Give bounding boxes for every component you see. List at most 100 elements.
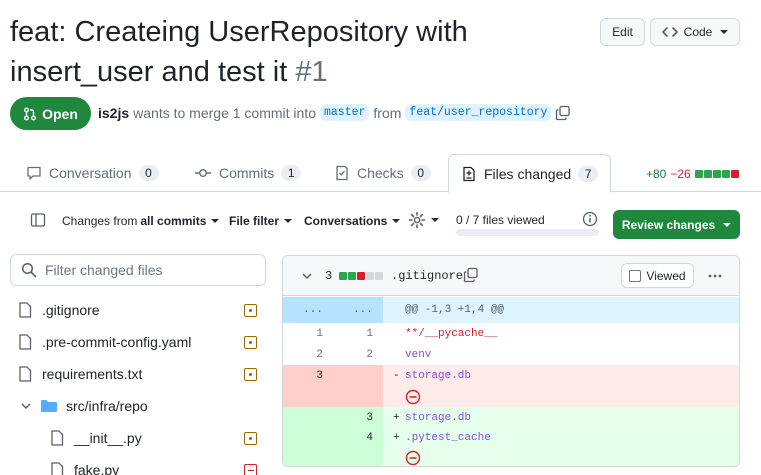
old-line-number[interactable]: 1 (283, 328, 323, 340)
tab-checks[interactable]: Checks 0 (322, 154, 443, 192)
new-line-number[interactable]: 4 (333, 432, 373, 444)
copy-icon[interactable] (463, 267, 479, 283)
tree-item-gitignore[interactable]: .gitignore (0, 294, 270, 326)
changes-prefix: Changes from (62, 214, 138, 228)
no-entry-icon (405, 389, 421, 405)
new-line-number[interactable]: 3 (333, 412, 373, 424)
pr-title: feat: Createing UserRepository with inse… (10, 12, 590, 92)
pr-number: #1 (295, 56, 328, 88)
diffstat: +80 −26 (646, 167, 739, 181)
file-icon (18, 302, 32, 318)
tree-item-label: src/infra/repo (66, 398, 148, 414)
kebab-menu-icon[interactable] (707, 268, 723, 284)
checklist-icon (334, 165, 350, 181)
chevron-down-icon[interactable] (301, 271, 313, 281)
gear-icon (408, 211, 426, 229)
diff-line-deleted: 3 - storage.db (283, 365, 739, 407)
diff-line: 2 2 venv (283, 344, 739, 365)
folder-icon (40, 398, 58, 414)
expand-lines-button[interactable]: ... ... (283, 297, 383, 323)
base-branch[interactable]: master (320, 104, 370, 121)
tab-label: Checks (357, 165, 404, 181)
hunk-header-text: @@ -1,3 +1,4 @@ (405, 304, 505, 316)
additions-count: +80 (646, 167, 667, 181)
conversations-dropdown[interactable]: Conversations (304, 214, 401, 228)
pr-meta: is2js wants to merge 1 commit into maste… (98, 104, 571, 121)
file-diff-header: 3 .gitignore Viewed (283, 256, 739, 296)
tree-item-folder-repo[interactable]: src/infra/repo (0, 390, 270, 422)
file-name[interactable]: .gitignore (391, 269, 463, 283)
toggle-file-tree-button[interactable] (30, 212, 46, 228)
file-icon (50, 462, 64, 475)
review-changes-button[interactable]: Review changes (613, 210, 740, 239)
filter-files-field[interactable]: Filter changed files (10, 254, 266, 286)
diff-line-text: .pytest_cache (405, 432, 491, 444)
tab-files-changed[interactable]: Files changed 7 (448, 154, 612, 193)
viewed-checkbox[interactable]: Viewed (621, 263, 694, 288)
pull-request-icon (23, 107, 37, 121)
files-viewed-text: 0 / 7 files viewed (456, 213, 545, 227)
file-filter-dropdown[interactable]: File filter (229, 214, 293, 228)
file-filter-label: File filter (229, 214, 280, 228)
diff-line-text: venv (405, 349, 432, 361)
tree-item-label: .pre-commit-config.yaml (42, 334, 192, 350)
expand-right: ... (353, 304, 373, 316)
diff-sign: + (393, 412, 400, 424)
tree-item-requirements[interactable]: requirements.txt (0, 358, 270, 390)
conversations-label: Conversations (304, 214, 388, 228)
tree-item-fake-py[interactable]: fake.py (0, 454, 270, 475)
old-line-number[interactable]: 3 (283, 370, 323, 382)
file-diff-icon (461, 166, 477, 182)
diff-sign: - (393, 370, 400, 382)
code-button[interactable]: Code (650, 18, 740, 46)
tab-commits[interactable]: Commits 1 (182, 154, 313, 192)
status-badge: Open (10, 97, 91, 130)
tree-item-label: fake.py (74, 462, 120, 475)
head-branch[interactable]: feat/user_repository (405, 104, 552, 121)
search-icon (21, 262, 37, 278)
diff-line-text: storage.db (405, 370, 472, 382)
viewed-label: Viewed (646, 268, 686, 283)
info-icon[interactable] (582, 211, 598, 227)
file-diffstat-blocks (339, 272, 383, 280)
sidebar-collapse-icon (30, 212, 46, 228)
chevron-down-icon (211, 219, 220, 223)
hunk-header-row: ... ... @@ -1,3 +1,4 @@ (283, 297, 739, 323)
diff-sign: + (393, 432, 400, 444)
diff-line: 1 1 **/__pycache__ (283, 323, 739, 344)
new-line-number[interactable]: 1 (333, 328, 373, 340)
deletions-count: −26 (670, 167, 691, 181)
tree-item-pre-commit-config[interactable]: .pre-commit-config.yaml (0, 326, 270, 358)
file-modified-icon (244, 368, 257, 381)
tab-count: 0 (138, 165, 159, 181)
tab-label: Files changed (484, 165, 572, 182)
status-label: Open (42, 105, 78, 122)
new-line-number[interactable]: 2 (333, 349, 373, 361)
author-link[interactable]: is2js (98, 105, 129, 121)
tab-count: 0 (410, 165, 431, 181)
checkbox-icon (629, 269, 642, 282)
copy-icon[interactable] (555, 105, 571, 121)
file-modified-icon (244, 432, 257, 445)
tab-conversation[interactable]: Conversation 0 (14, 154, 171, 192)
merge-text: wants to merge 1 commit into (133, 104, 316, 121)
file-modified-icon (244, 304, 257, 317)
tree-item-label: requirements.txt (42, 366, 143, 382)
diff-line-text: **/__pycache__ (405, 328, 498, 340)
comment-icon (26, 165, 42, 181)
tree-item-label: .gitignore (42, 302, 100, 318)
file-icon (18, 366, 32, 382)
diff-settings-button[interactable] (408, 211, 439, 229)
tree-item-init-py[interactable]: __init__.py (0, 422, 270, 454)
files-viewed-progress (456, 229, 599, 236)
changes-from-dropdown[interactable]: Changes from all commits (62, 214, 220, 228)
code-button-label: Code (683, 25, 713, 39)
file-diff-panel: 3 .gitignore Viewed ... ... @@ -1,3 +1,4… (282, 255, 740, 467)
edit-button[interactable]: Edit (600, 18, 645, 46)
tab-count: 7 (578, 165, 599, 182)
old-line-number[interactable]: 2 (283, 349, 323, 361)
chevron-down-icon (20, 401, 32, 411)
file-changes-count: 3 (325, 269, 333, 283)
chevron-down-icon (720, 30, 729, 34)
diff-lines-added: 3 + storage.db 4 + .pytest_cache (283, 407, 739, 466)
